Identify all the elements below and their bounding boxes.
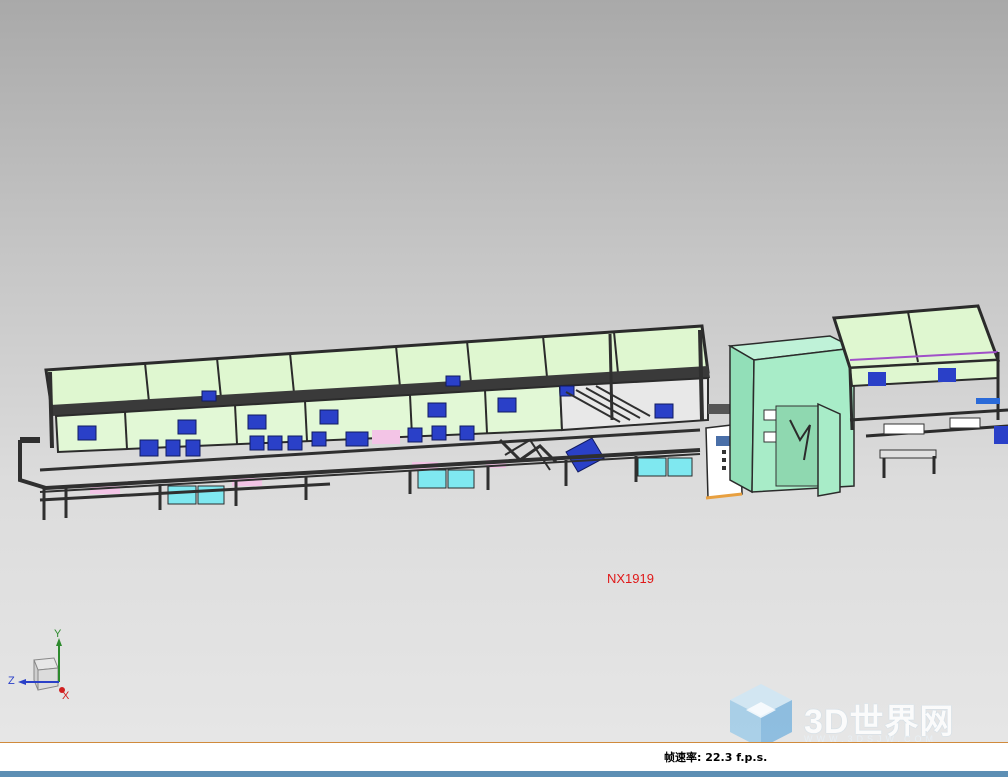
3d-viewport[interactable]: NX1919 Y Z X — [0, 0, 1008, 742]
production-line-model[interactable] — [0, 0, 1008, 742]
triad-graphic — [18, 638, 65, 693]
bottom-strip — [0, 771, 1008, 777]
x-axis-label: X — [62, 690, 70, 702]
enclosure-cabinet — [727, 335, 857, 497]
orientation-triad: Y Z X — [4, 628, 84, 708]
transfer-rail — [708, 404, 732, 414]
z-axis-label: Z — [8, 675, 15, 687]
y-axis-label: Y — [54, 628, 62, 640]
status-bar: 帧速率: 22.3 f.p.s. — [0, 742, 1008, 777]
right-station — [831, 304, 1008, 478]
model-label: NX1919 — [607, 571, 654, 586]
frame-rate-readout: 帧速率: 22.3 f.p.s. — [664, 751, 768, 764]
